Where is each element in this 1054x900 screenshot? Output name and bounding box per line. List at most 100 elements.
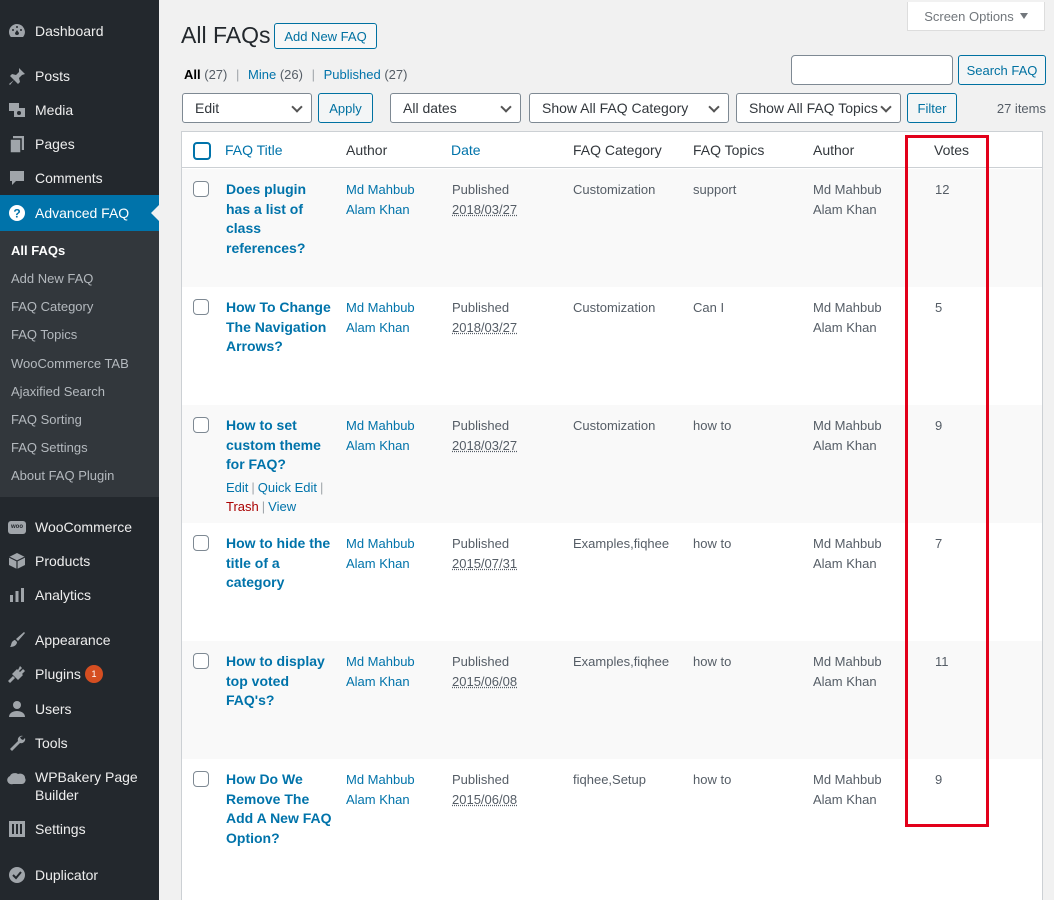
search-faq-button[interactable]: Search FAQ: [958, 55, 1046, 85]
faq-category-cell: Customization: [573, 418, 656, 433]
row-checkbox[interactable]: [193, 181, 209, 197]
submenu-faq-topics[interactable]: FAQ Topics: [11, 327, 77, 342]
author-cell: Md Mahbub Alam Khan: [813, 772, 882, 807]
row-checkbox[interactable]: [193, 299, 209, 315]
author-link[interactable]: Md Mahbub Alam Khan: [346, 298, 436, 337]
menu-dashboard[interactable]: Dashboard: [0, 20, 159, 42]
filter-button[interactable]: Filter: [907, 93, 957, 123]
votes-cell: 5: [935, 300, 943, 315]
submenu-faq-category[interactable]: FAQ Category: [11, 299, 93, 314]
sliders-icon: [7, 819, 27, 839]
view-mine-link[interactable]: Mine: [248, 67, 276, 82]
menu-posts[interactable]: Posts: [0, 65, 159, 87]
date-filter-select[interactable]: All dates: [390, 93, 521, 123]
menu-products[interactable]: Products: [0, 550, 159, 572]
svg-text:?: ?: [13, 207, 20, 221]
chevron-down-icon: [880, 101, 892, 113]
post-date: 2015/06/08: [452, 791, 518, 807]
menu-users[interactable]: Users: [0, 698, 159, 720]
menu-label: Comments: [35, 170, 103, 186]
caret-down-icon: [1019, 13, 1028, 19]
chevron-down-icon: [500, 101, 512, 113]
row-checkbox[interactable]: [193, 535, 209, 551]
author-link[interactable]: Md Mahbub Alam Khan: [346, 652, 436, 691]
view-filters: All (27) | Mine (26) | Published (27): [184, 67, 407, 82]
apply-button[interactable]: Apply: [318, 93, 373, 123]
faq-list-table: FAQ Title Author Date FAQ Category FAQ T…: [181, 131, 1043, 900]
menu-settings[interactable]: Settings: [0, 818, 159, 840]
bulk-actions-value: Edit: [195, 100, 220, 116]
post-status: Published: [452, 182, 510, 197]
menu-advanced-faq[interactable]: ? Advanced FAQ: [0, 195, 159, 231]
column-date[interactable]: Date: [451, 142, 481, 158]
pin-icon: [7, 66, 27, 86]
menu-pages[interactable]: Pages: [0, 133, 159, 155]
search-input[interactable]: [791, 55, 953, 85]
submenu-add-new-faq[interactable]: Add New FAQ: [11, 271, 93, 286]
screen-options-button[interactable]: Screen Options: [907, 2, 1045, 31]
chevron-down-icon: [291, 101, 303, 113]
submenu-all-faqs[interactable]: All FAQs: [11, 243, 65, 258]
category-filter-select[interactable]: Show All FAQ Category: [529, 93, 729, 123]
date-cell: Published 2015/07/31: [452, 534, 542, 573]
date-cell: Published 2018/03/27: [452, 298, 542, 337]
row-checkbox[interactable]: [193, 417, 209, 433]
submenu-faq-settings[interactable]: FAQ Settings: [11, 440, 88, 455]
menu-media[interactable]: Media: [0, 99, 159, 121]
author-link[interactable]: Md Mahbub Alam Khan: [346, 534, 436, 573]
category-filter-value: Show All FAQ Category: [542, 100, 689, 116]
faq-title-link[interactable]: Does plugin has a list of class referenc…: [226, 180, 334, 258]
menu-woocommerce[interactable]: woo WooCommerce: [0, 516, 159, 538]
submenu-woocommerce-tab[interactable]: WooCommerce TAB: [11, 356, 129, 371]
post-status: Published: [452, 536, 510, 551]
faq-title-link[interactable]: How to hide the title of a category: [226, 534, 334, 593]
author-link[interactable]: Md Mahbub Alam Khan: [346, 770, 436, 809]
view-published-link[interactable]: Published: [324, 67, 381, 82]
view-all-link[interactable]: All: [184, 67, 201, 82]
author-link[interactable]: Md Mahbub Alam Khan: [346, 416, 436, 455]
author-link[interactable]: Md Mahbub Alam Khan: [346, 180, 436, 219]
topics-filter-select[interactable]: Show All FAQ Topics: [736, 93, 901, 123]
faq-title-link[interactable]: How to display top voted FAQ's?: [226, 652, 334, 711]
row-checkbox[interactable]: [193, 653, 209, 669]
menu-label: Plugins: [35, 666, 81, 682]
column-faq-title[interactable]: FAQ Title: [225, 142, 283, 158]
menu-tools[interactable]: Tools: [0, 732, 159, 754]
menu-label: Analytics: [35, 587, 92, 603]
menu-plugins[interactable]: Plugins 1: [0, 663, 159, 685]
menu-label: WPBakery Page Builder: [35, 768, 138, 804]
submenu-faq-sorting[interactable]: FAQ Sorting: [11, 412, 82, 427]
view-link[interactable]: View: [268, 499, 296, 514]
faq-topics-cell: how to: [693, 418, 732, 433]
view-all-count: (27): [204, 67, 228, 82]
trash-link[interactable]: Trash: [226, 499, 259, 514]
menu-label: Appearance: [35, 632, 111, 648]
menu-duplicator[interactable]: Duplicator: [0, 864, 159, 886]
faq-topics-cell: how to: [693, 772, 732, 787]
wrench-icon: [7, 733, 27, 753]
menu-label: WooCommerce: [35, 519, 132, 535]
faq-title-link[interactable]: How Do We Remove The Add A New FAQ Optio…: [226, 770, 334, 848]
table-row: How to set custom theme for FAQ? Edit | Qu…: [182, 405, 1042, 523]
add-new-faq-button[interactable]: Add New FAQ: [274, 23, 377, 49]
faq-title-link[interactable]: How to set custom theme for FAQ?: [226, 416, 334, 475]
menu-label-line1: WPBakery Page: [35, 769, 138, 785]
menu-appearance[interactable]: Appearance: [0, 629, 159, 651]
quick-edit-link[interactable]: Quick Edit: [258, 480, 317, 495]
row-checkbox[interactable]: [193, 771, 209, 787]
post-date: 2018/03/27: [452, 201, 518, 217]
menu-analytics[interactable]: Analytics: [0, 584, 159, 606]
page-title: All FAQs: [181, 22, 271, 48]
select-all-checkbox[interactable]: [193, 142, 211, 160]
woocommerce-logo: woo: [8, 520, 26, 534]
submenu-about-faq-plugin[interactable]: About FAQ Plugin: [11, 468, 114, 483]
media-icon: [7, 100, 27, 120]
bulk-actions-select[interactable]: Edit: [182, 93, 312, 123]
menu-comments[interactable]: Comments: [0, 167, 159, 189]
menu-wpbakery[interactable]: WPBakery Page Builder: [0, 766, 159, 806]
faq-title-link[interactable]: How To Change The Navigation Arrows?: [226, 298, 334, 357]
action-separator: |: [251, 480, 255, 495]
view-separator: |: [236, 67, 240, 82]
submenu-ajaxified-search[interactable]: Ajaxified Search: [11, 384, 105, 399]
edit-link[interactable]: Edit: [226, 480, 248, 495]
